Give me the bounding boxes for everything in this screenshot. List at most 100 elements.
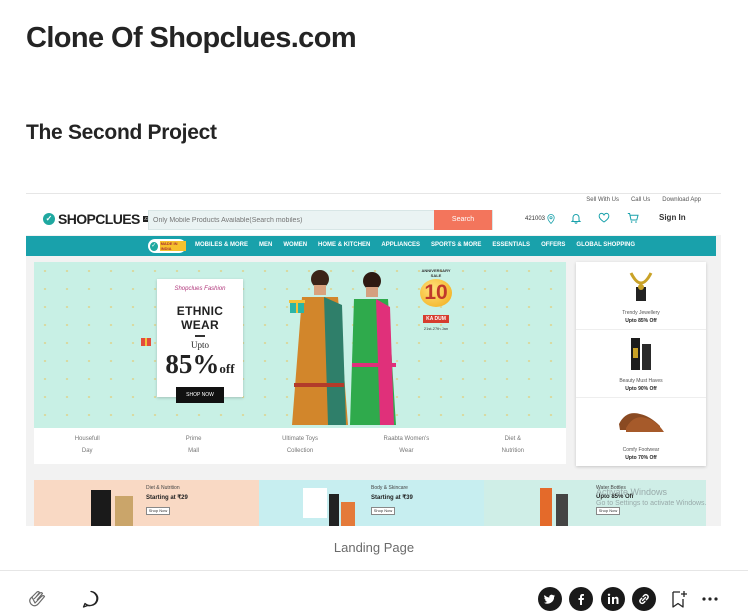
nav-item-mobiles: MOBILES & MORE: [195, 242, 249, 248]
nav-item-essentials: ESSENTIALS: [492, 242, 531, 248]
nav-item-men: MEN: [259, 242, 273, 248]
hero-banner: Shopclues Fashion ETHNIC WEAR Upto 85%of…: [34, 262, 566, 428]
landing-page-screenshot: Sell With Us Call Us Download App ✓ SHOP…: [26, 193, 721, 526]
linkedin-icon: [607, 593, 619, 604]
search-bar: Search: [148, 210, 493, 230]
comment-icon[interactable]: [80, 588, 102, 610]
side-offers-panel: Trendy Jewellery Upto 85% Off Beauty Mus…: [576, 262, 706, 466]
pincode-value: 421003: [525, 216, 546, 222]
ethnic-wear-card: Shopclues Fashion ETHNIC WEAR Upto 85%of…: [157, 279, 243, 403]
more-options-icon[interactable]: [699, 588, 721, 610]
offer-value: Upto 90% Off: [625, 386, 657, 392]
sign-in-link: Sign In: [659, 213, 686, 222]
made-in-india-badge: ✓ MADE IN INDIA: [148, 239, 186, 253]
category-line1: Raabta Women's: [383, 436, 430, 442]
pincode: 421003: [525, 214, 555, 224]
category-line2: Day: [81, 448, 93, 454]
watermark-line2: Go to Settings to activate Windows.: [596, 500, 707, 507]
promo-title: Diet & Nutrition: [146, 485, 180, 491]
brand-label: Shopclues Fashion: [174, 286, 226, 292]
category-line1: Housefull: [74, 436, 100, 442]
sell-with-us-link: Sell With Us: [586, 197, 619, 203]
shop-now-button: SHOP NOW: [176, 387, 224, 403]
category-line1: Prime: [185, 436, 202, 442]
top-links: Sell With Us Call Us Download App: [586, 197, 701, 203]
category-line2: Wear: [399, 448, 414, 454]
clap-icon[interactable]: [26, 588, 48, 610]
serum-bottle-icon: [631, 338, 651, 370]
models-illustration: [292, 270, 396, 425]
side-offer-beauty: Beauty Must Haves Upto 90% Off: [576, 330, 706, 398]
nav-items: MOBILES & MORE MEN WOMEN HOME & KITCHEN …: [195, 242, 635, 248]
side-offer-footwear: Comfy Footwear Upto 70% Off: [576, 398, 706, 466]
location-pin-icon: [547, 214, 555, 224]
sale-label: SALE: [430, 273, 442, 278]
check-icon: ✓: [43, 213, 55, 225]
link-icon: [639, 594, 649, 604]
bell-icon: [570, 214, 582, 224]
promo-body-skincare: Body & Skincare Starting at ₹39 Shop Now: [259, 480, 484, 526]
copy-link-button[interactable]: [632, 587, 656, 611]
offer-value: Upto 85% Off: [625, 318, 657, 324]
discount-value: 85%off: [157, 350, 243, 383]
search-input: [153, 214, 433, 226]
gift-icon: [289, 300, 305, 313]
shopclues-logo: ✓ SHOPCLUES .com: [43, 211, 156, 227]
category-housefull: Housefull Day: [34, 428, 140, 464]
heart-icon: [598, 212, 610, 223]
ka-dum-label: KA DUM: [423, 315, 449, 323]
bookmark-add-icon[interactable]: [668, 588, 690, 610]
promo-value: Starting at ₹29: [146, 495, 188, 501]
facebook-icon: [578, 594, 584, 605]
offer-label: Comfy Footwear: [622, 447, 660, 453]
anniversary-badge: ANNIVERSARY SALE 10 KA DUM 21st-27th Jan: [415, 268, 457, 331]
offer-label: Beauty Must Haves: [619, 378, 663, 384]
watermark-line1: Activate Windows: [596, 487, 668, 497]
call-us-link: Call Us: [630, 197, 651, 203]
category-diet-nutrition: Diet & Nutrition: [460, 428, 566, 464]
download-app-link: Download App: [662, 197, 701, 203]
promo-shop-now-button: Shop Now: [371, 507, 395, 515]
supplement-jar-icon: [91, 490, 133, 526]
linkedin-share-button[interactable]: [601, 587, 625, 611]
twitter-share-button[interactable]: [538, 587, 562, 611]
offer-value: Upto 70% Off: [625, 455, 657, 461]
anniversary-number: 10: [420, 279, 452, 307]
nav-item-appliances: APPLIANCES: [381, 242, 421, 248]
water-bottle-icon: [540, 488, 568, 526]
windows-activation-watermark: Activate Windows Go to Settings to activ…: [596, 487, 707, 509]
twitter-icon: [544, 594, 556, 604]
category-line2: Nutrition: [501, 448, 524, 454]
article-subtitle: The Second Project: [26, 121, 217, 144]
necklace-icon: [629, 272, 653, 301]
promo-value: Starting at ₹39: [371, 495, 413, 501]
category-nav: ✓ MADE IN INDIA MOBILES & MORE MEN WOMEN…: [26, 236, 716, 256]
search-button: Search: [434, 210, 492, 230]
offer-label: Trendy Jewellery: [622, 310, 660, 316]
promo-diet-nutrition: Diet & Nutrition Starting at ₹29 Shop No…: [34, 480, 259, 526]
nav-item-women: WOMEN: [283, 242, 308, 248]
skincare-products-icon: [303, 488, 355, 526]
badge-text: MADE IN INDIA: [159, 241, 186, 251]
category-line1: Ultimate Toys: [282, 436, 318, 442]
nav-item-global-shopping: GLOBAL SHOPPING: [576, 242, 635, 248]
category-line1: Diet &: [504, 436, 521, 442]
nav-item-offers: OFFERS: [541, 242, 566, 248]
category-raabta: Raabta Women's Wear: [353, 428, 459, 464]
footwear-icon: [619, 413, 664, 432]
promo-title: Body & Skincare: [371, 485, 408, 491]
divider: [195, 335, 205, 337]
nav-item-home-kitchen: HOME & KITCHEN: [318, 242, 371, 248]
category-line2: Collection: [286, 448, 314, 454]
banner-title: ETHNIC WEAR: [176, 304, 224, 332]
logo-text: SHOPCLUES: [58, 211, 140, 227]
category-ultimate-toys: Ultimate Toys Collection: [247, 428, 353, 464]
article-title: Clone Of Shopclues.com: [26, 22, 357, 54]
category-prime-mall: Prime Mall: [140, 428, 246, 464]
sale-dates: 21st-27th Jan: [423, 326, 449, 331]
facebook-share-button[interactable]: [569, 587, 593, 611]
check-icon: ✓: [150, 241, 158, 251]
image-caption: Landing Page: [333, 540, 415, 555]
cart-icon: [627, 213, 639, 223]
category-strip: Housefull Day Prime Mall Ultimate Toys Coll…: [34, 428, 566, 464]
